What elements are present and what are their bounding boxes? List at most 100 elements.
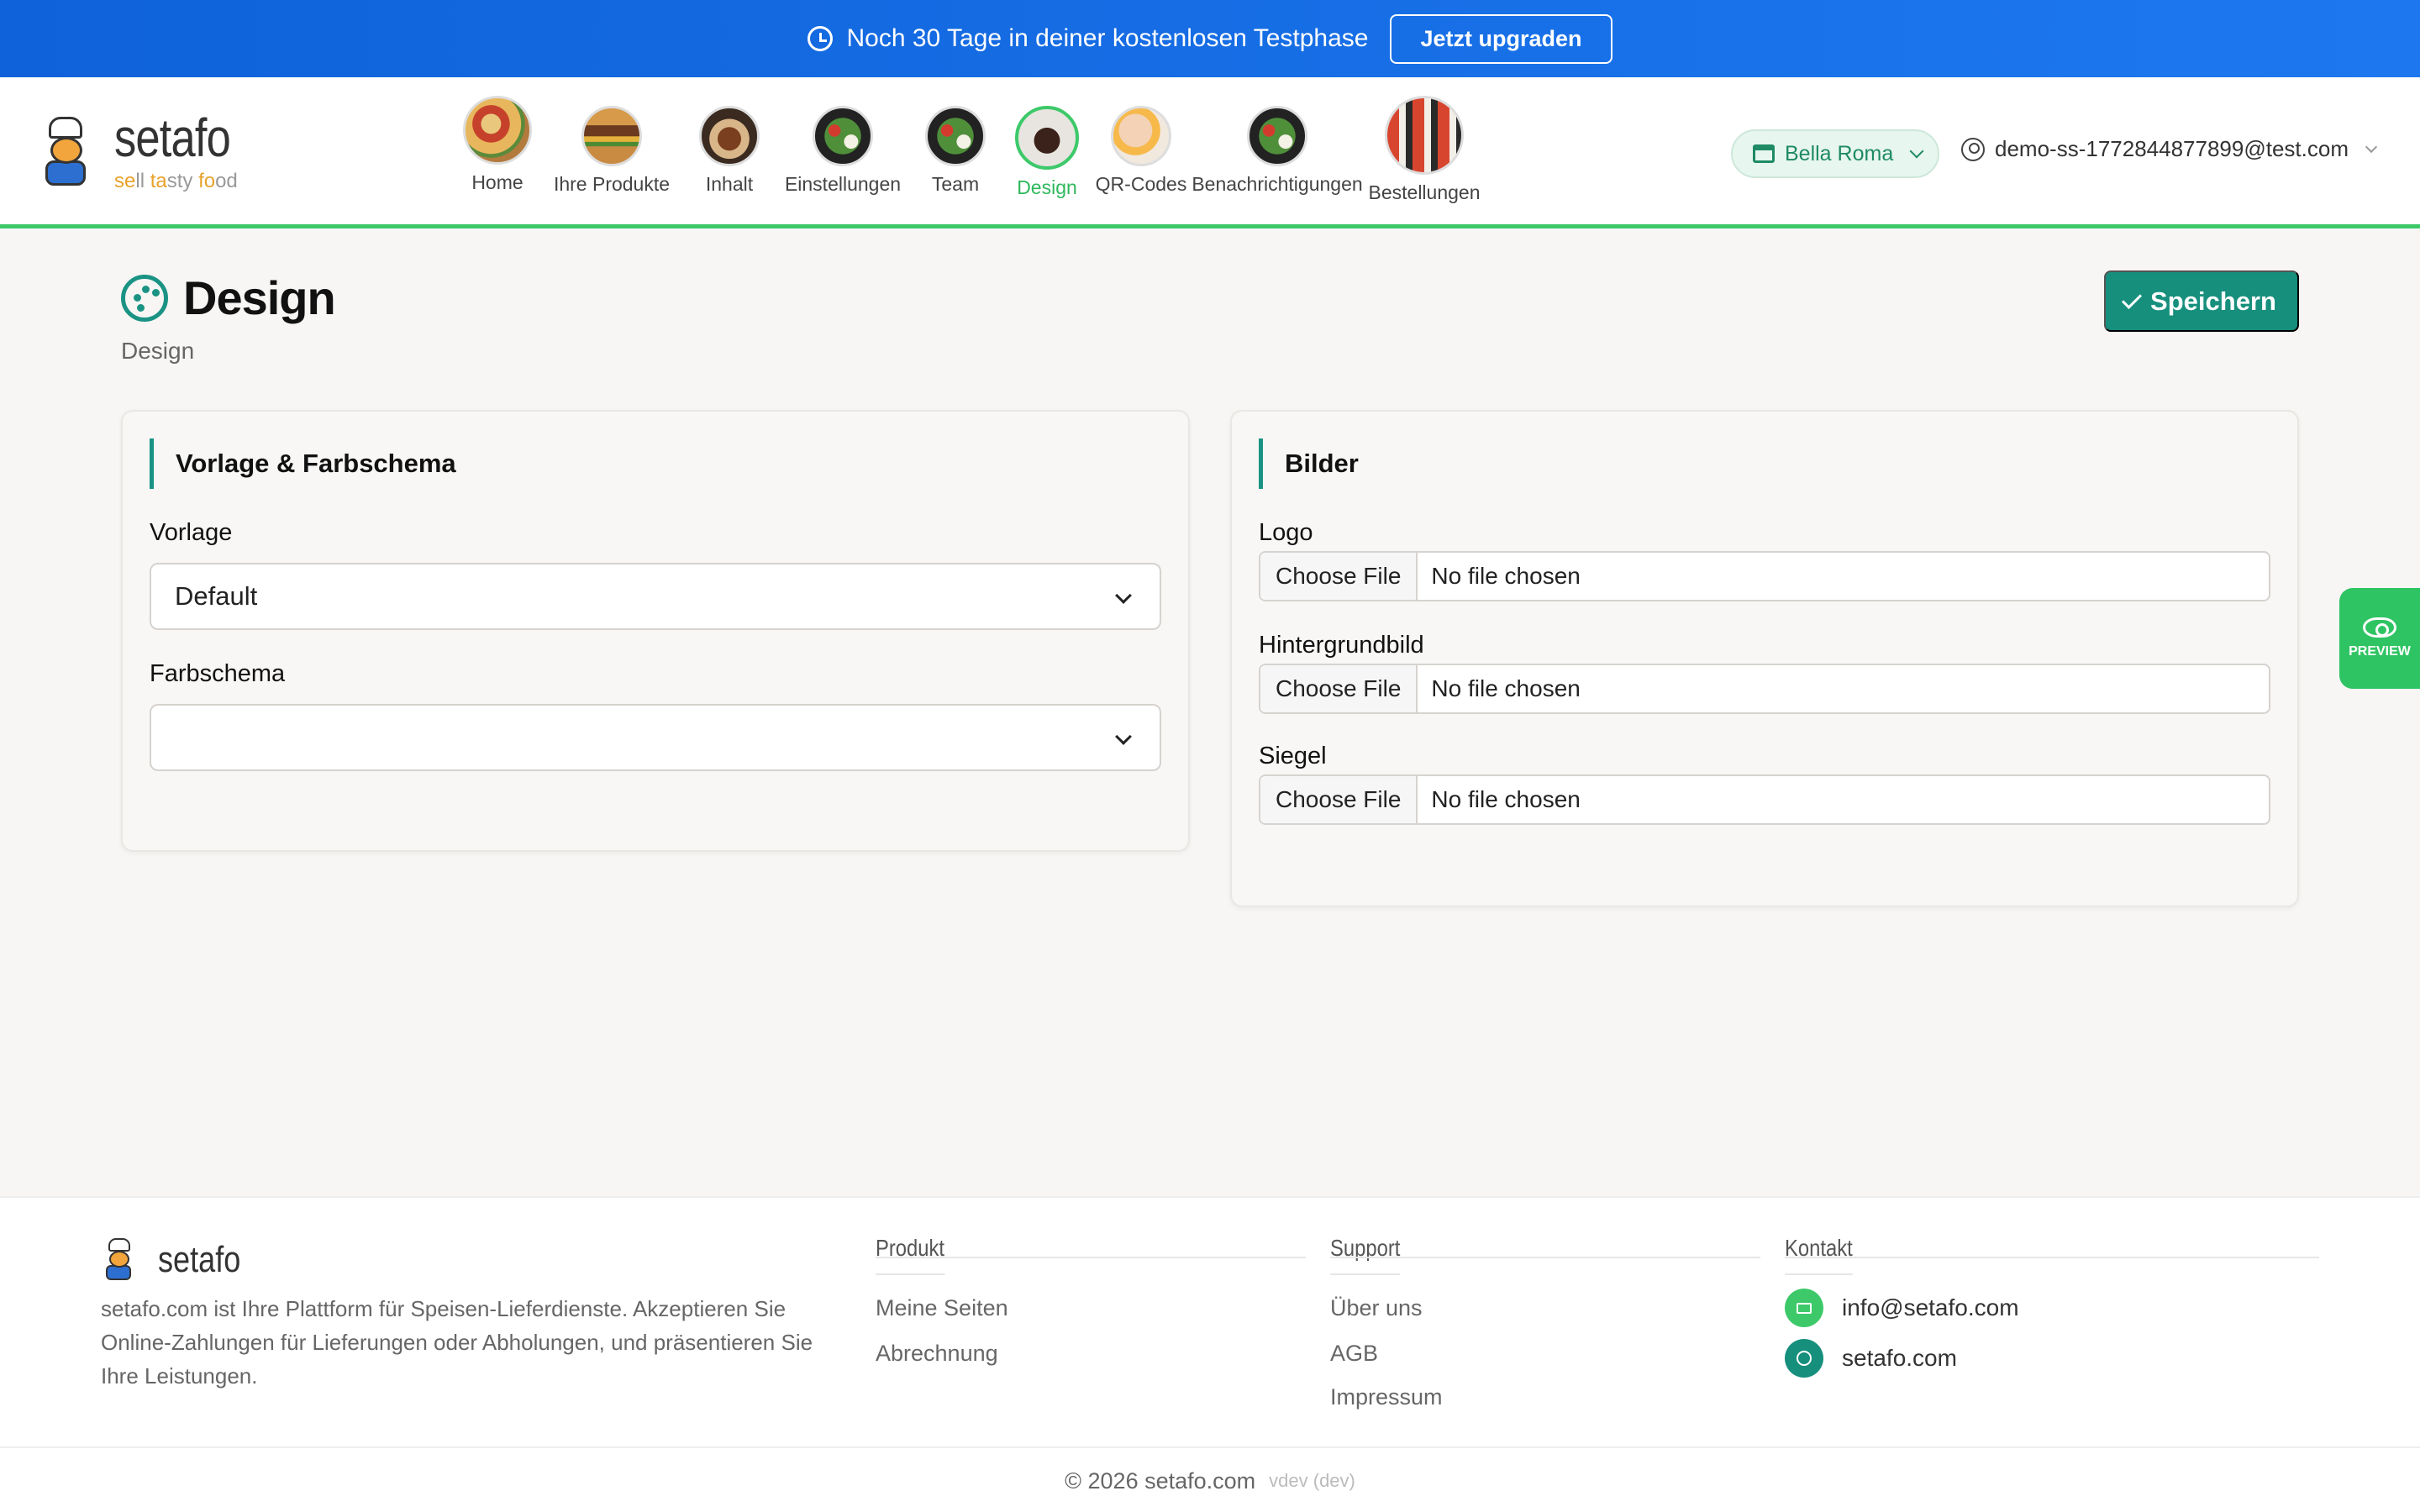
page-title: Design: [183, 271, 336, 324]
chef-logo-icon: [101, 1238, 139, 1282]
dessert-icon: [1015, 106, 1079, 170]
background-file-input[interactable]: Choose File No file chosen: [1259, 664, 2270, 714]
logo[interactable]: setafo sell tasty food: [37, 111, 255, 193]
chevron-down-icon: [1115, 587, 1132, 604]
check-icon: [2122, 288, 2143, 309]
dish-icon: [699, 106, 760, 166]
nav-item-home[interactable]: Home: [450, 96, 544, 204]
nav-label: Benachrichtigungen: [1192, 173, 1363, 195]
palette-icon: [121, 274, 168, 322]
nav-item-content[interactable]: Inhalt: [679, 106, 780, 204]
vorlage-label: Vorlage: [150, 519, 233, 546]
page-header: Design: [121, 270, 336, 325]
upgrade-button[interactable]: Jetzt upgraden: [1390, 13, 1612, 64]
preview-button[interactable]: PREVIEW: [2339, 588, 2420, 689]
vorlage-value: Default: [175, 581, 258, 611]
card-title: Bilder: [1259, 438, 1359, 489]
chevron-down-icon: [2365, 140, 2378, 153]
divider: [1785, 1257, 2319, 1258]
breadcrumb: Design: [121, 338, 195, 364]
images-card: Bilder Logo Choose File No file chosen H…: [1230, 410, 2299, 907]
footer-description: setafo.com ist Ihre Plattform für Speise…: [101, 1296, 813, 1389]
file-status: No file chosen: [1431, 563, 1581, 589]
logo-label: Logo: [1259, 519, 1313, 546]
contact-email[interactable]: info@setafo.com: [1785, 1289, 2019, 1327]
clock-icon: [808, 26, 834, 51]
seal-file-input[interactable]: Choose File No file chosen: [1259, 774, 2270, 825]
footer-link-impressum[interactable]: Impressum: [1330, 1384, 1443, 1410]
chef-logo-icon: [37, 117, 99, 187]
trial-text: Noch 30 Tage in deiner kostenlosen Testp…: [846, 24, 1369, 52]
chevron-down-icon: [1115, 728, 1132, 745]
nav-label: Einstellungen: [784, 173, 902, 195]
nav-item-settings[interactable]: Einstellungen: [780, 106, 906, 204]
version: vdev (dev): [1269, 1470, 1355, 1491]
footer-link-meine-seiten[interactable]: Meine Seiten: [876, 1295, 1008, 1321]
footer-link-abrechnung[interactable]: Abrechnung: [876, 1341, 998, 1367]
store-icon: [1753, 144, 1775, 163]
hand-icon: [1111, 106, 1171, 166]
globe-icon: [1785, 1339, 1823, 1378]
nav-item-qr-codes[interactable]: QR-Codes: [1089, 106, 1193, 204]
restaurant-selector[interactable]: Bella Roma: [1731, 129, 1939, 178]
chevron-down-icon: [1909, 144, 1924, 159]
background-label: Hintergrundbild: [1259, 632, 1424, 659]
user-email: demo-ss-1772844877899@test.com: [1995, 136, 2349, 161]
footer: setafo setafo.com ist Ihre Plattform für…: [0, 1196, 2420, 1512]
card-title: Vorlage & Farbschema: [150, 438, 456, 489]
salad-icon: [1247, 106, 1307, 166]
file-status: No file chosen: [1431, 675, 1581, 701]
salad-icon: [925, 106, 986, 166]
nav-item-orders[interactable]: Bestellungen: [1361, 96, 1487, 204]
nav-item-design[interactable]: Design: [1005, 106, 1089, 204]
choose-file-button[interactable]: Choose File: [1260, 776, 1418, 823]
nav-label: Ihre Produkte: [553, 173, 671, 195]
divider: [876, 1257, 1306, 1258]
pizza-icon: [463, 96, 532, 165]
file-status: No file chosen: [1431, 786, 1581, 812]
salad-icon: [813, 106, 873, 166]
footer-link-agb[interactable]: AGB: [1330, 1341, 1378, 1367]
vorlage-select[interactable]: Default: [150, 563, 1161, 630]
trial-banner: Noch 30 Tage in deiner kostenlosen Testp…: [0, 0, 2420, 77]
logo-tagline: sell tasty food: [114, 170, 238, 192]
nav-label: Home: [471, 171, 523, 193]
footer-logo[interactable]: setafo: [101, 1238, 259, 1282]
farbschema-label: Farbschema: [150, 660, 286, 687]
choose-file-button[interactable]: Choose File: [1260, 665, 1418, 712]
nav-label: Inhalt: [705, 173, 754, 195]
seal-label: Siegel: [1259, 743, 1327, 769]
footer-link-ueber-uns[interactable]: Über uns: [1330, 1295, 1423, 1321]
user-menu[interactable]: demo-ss-1772844877899@test.com: [1961, 136, 2378, 162]
save-label: Speichern: [2150, 286, 2276, 316]
user-icon: [1961, 137, 1985, 161]
logo-title: setafo: [114, 108, 231, 168]
contact-web[interactable]: setafo.com: [1785, 1339, 1957, 1378]
nav-item-products[interactable]: Ihre Produkte: [544, 106, 679, 204]
restaurant-name: Bella Roma: [1785, 141, 1894, 165]
divider: [1330, 1257, 1760, 1258]
footer-produkt-title: Produkt: [876, 1235, 957, 1275]
save-button[interactable]: Speichern: [2104, 270, 2299, 332]
choose-file-button[interactable]: Choose File: [1260, 553, 1418, 600]
farbschema-select[interactable]: [150, 704, 1161, 771]
preview-label: PREVIEW: [2349, 644, 2411, 659]
nav-label: Design: [1017, 176, 1077, 198]
header: setafo sell tasty food Home Ihre Produkt…: [0, 77, 2420, 228]
burger-icon: [581, 106, 642, 166]
nav-label: QR-Codes: [1095, 173, 1187, 195]
copyright: © 2026 setafo.com: [1065, 1467, 1256, 1494]
sushi-icon: [1385, 96, 1464, 175]
template-card: Vorlage & Farbschema Vorlage Default Far…: [121, 410, 1190, 852]
nav-item-notifications[interactable]: Benachrichtigungen: [1192, 106, 1363, 204]
footer-support-title: Support: [1330, 1235, 1413, 1275]
logo-file-input[interactable]: Choose File No file chosen: [1259, 551, 2270, 601]
eye-icon: [2363, 617, 2396, 638]
mail-icon: [1785, 1289, 1823, 1327]
nav-item-team[interactable]: Team: [906, 106, 1005, 204]
main-nav: Home Ihre Produkte Inhalt Einstellungen …: [450, 96, 1487, 204]
nav-label: Team: [931, 173, 980, 195]
nav-label: Bestellungen: [1368, 181, 1481, 203]
footer-brand: setafo: [158, 1239, 241, 1280]
footer-kontakt-title: Kontakt: [1785, 1235, 1865, 1275]
